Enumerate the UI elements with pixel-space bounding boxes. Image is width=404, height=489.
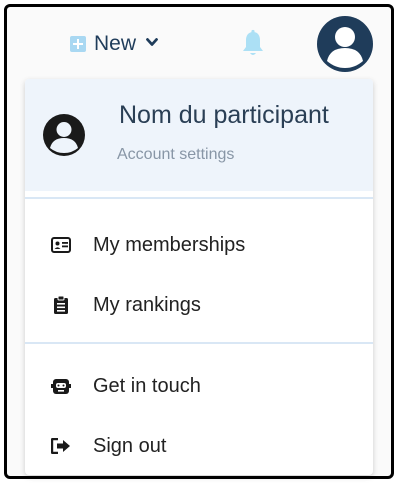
menu-item-label: Sign out xyxy=(93,434,167,457)
bell-icon[interactable] xyxy=(240,29,266,59)
top-bar: New xyxy=(7,7,391,79)
menu-item-get-in-touch[interactable]: Get in touch xyxy=(25,361,373,411)
id-card-icon xyxy=(51,235,71,255)
plus-square-icon xyxy=(70,36,86,52)
menu-divider xyxy=(25,342,373,344)
menu-item-my-rankings[interactable]: My rankings xyxy=(25,280,373,330)
account-header[interactable]: Nom du participant Account settings xyxy=(25,79,373,191)
account-settings-link[interactable]: Account settings xyxy=(117,146,234,164)
user-circle-icon xyxy=(317,16,373,72)
menu-item-my-memberships[interactable]: My memberships xyxy=(25,220,373,270)
headset-icon xyxy=(51,376,71,396)
new-button-label: New xyxy=(94,32,137,55)
chevron-down-icon xyxy=(146,36,158,50)
menu-item-sign-out[interactable]: Sign out xyxy=(25,421,373,471)
menu-item-label: Get in touch xyxy=(93,374,201,397)
clipboard-list-icon xyxy=(51,295,71,315)
participant-name: Nom du participant xyxy=(119,101,329,129)
menu-item-label: My rankings xyxy=(93,293,201,316)
window-frame: New Nom du participant Account settings … xyxy=(4,4,394,479)
menu-divider xyxy=(25,197,373,199)
account-dropdown-menu: Nom du participant Account settings My m… xyxy=(25,79,373,475)
user-circle-icon xyxy=(43,114,85,156)
user-avatar-button[interactable] xyxy=(316,15,374,73)
new-button[interactable]: New xyxy=(70,32,158,56)
menu-item-label: My memberships xyxy=(93,233,246,256)
sign-out-icon xyxy=(51,436,71,456)
